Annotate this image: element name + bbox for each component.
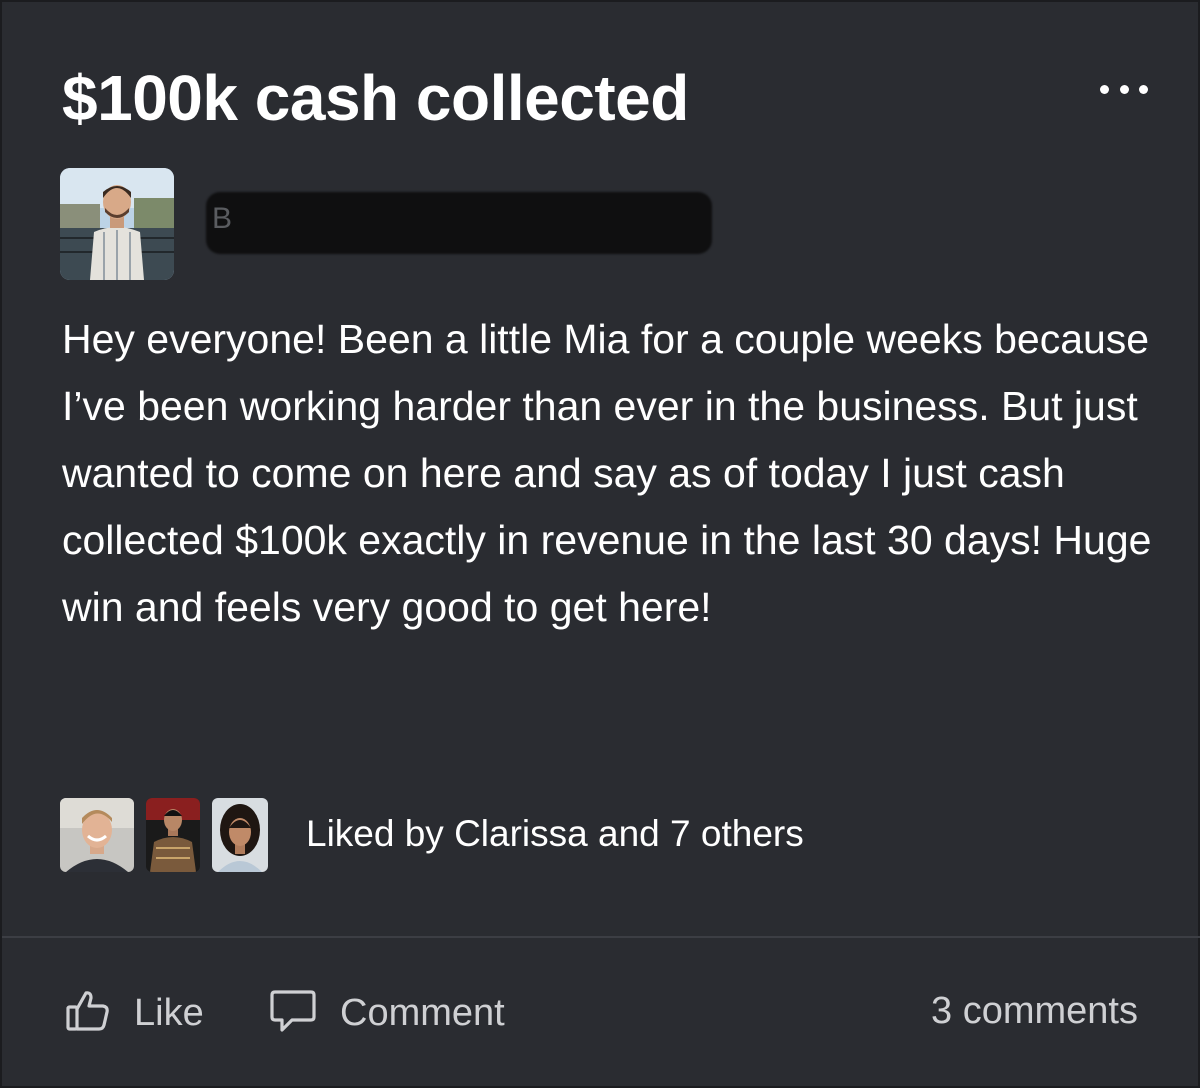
post-title: $100k cash collected <box>62 62 689 134</box>
liked-by-text[interactable]: Liked by Clarissa and 7 others <box>306 812 804 856</box>
author-name-redacted <box>206 192 712 254</box>
post-card: $100k cash collected B Hey everyone! Bee… <box>0 0 1200 1088</box>
dot <box>1119 84 1129 94</box>
liker-avatar[interactable] <box>146 798 200 872</box>
comment-bubble-icon <box>268 987 318 1040</box>
liker-avatar[interactable] <box>212 798 268 872</box>
divider <box>2 936 1200 938</box>
more-options-icon[interactable] <box>1100 74 1148 104</box>
comment-label: Comment <box>340 991 505 1034</box>
author-avatar[interactable] <box>60 168 174 280</box>
post-body: Hey everyone! Been a little Mia for a co… <box>62 316 1152 630</box>
dot <box>1139 84 1148 94</box>
liker-avatar[interactable] <box>60 798 134 872</box>
thumbs-up-icon <box>64 987 112 1040</box>
dot <box>1100 84 1109 94</box>
comments-count[interactable]: 3 comments <box>931 990 1138 1033</box>
comment-button[interactable]: Comment <box>268 986 505 1040</box>
like-button[interactable]: Like <box>64 986 204 1040</box>
author-name-initial: B <box>212 202 233 235</box>
like-label: Like <box>134 991 204 1034</box>
